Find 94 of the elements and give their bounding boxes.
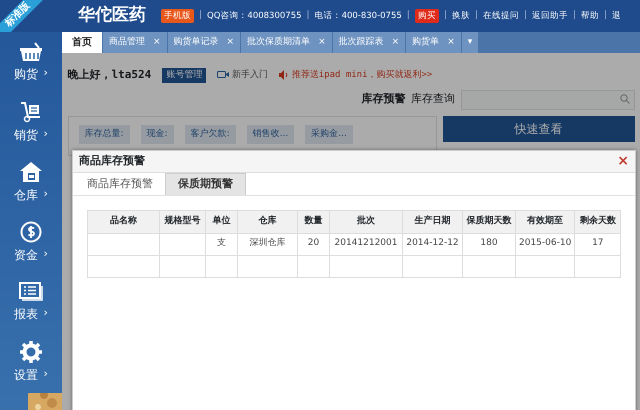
separator: | xyxy=(604,9,608,22)
tab-label: 批次跟踪表 xyxy=(338,36,384,49)
tab-label: 批次保质期清单 xyxy=(247,36,310,49)
list-icon xyxy=(19,282,43,302)
close-icon[interactable]: × xyxy=(226,36,234,50)
header-link[interactable]: 返回助手 xyxy=(532,10,568,22)
separator: | xyxy=(524,9,527,22)
close-icon[interactable]: × xyxy=(318,36,326,50)
column-header: 规格型号 xyxy=(160,210,206,233)
summary-item: 现金: xyxy=(140,124,174,144)
column-header: 生产日期 xyxy=(402,210,462,233)
table-cell: 180 xyxy=(462,233,516,255)
tab-label: 商品管理 xyxy=(109,36,145,49)
header-link[interactable]: 在线提问 xyxy=(482,10,519,22)
stock-alert-label: 库存预警 xyxy=(362,91,406,108)
close-icon[interactable]: × xyxy=(617,151,629,172)
header-link[interactable]: 电话：400-830-0755 xyxy=(314,10,402,22)
summary-item: 采购金... xyxy=(305,124,353,144)
sidebar-label: 设置 xyxy=(14,366,38,384)
promo-link[interactable]: 推荐送ipad mini，购买就返利>> xyxy=(292,68,432,82)
basket-icon xyxy=(19,42,43,62)
sidebar-label: 购货 xyxy=(14,66,38,82)
column-header: 批次 xyxy=(330,210,402,233)
table-cell: 20141212001 xyxy=(330,233,402,255)
header-link[interactable]: 退 xyxy=(612,10,622,22)
greeting: 晚上好，lta524 xyxy=(68,67,152,83)
table-cell: 2015-06-10 xyxy=(516,233,575,255)
tab-menu-button[interactable]: ▾ xyxy=(462,32,480,53)
settings-icon xyxy=(20,340,42,362)
sidebar-item[interactable]: 资金 › xyxy=(0,212,62,272)
column-header: 仓库 xyxy=(238,210,298,233)
table-cell: 17 xyxy=(574,233,621,255)
sidebar-label: 资金 xyxy=(14,246,38,264)
dollar-icon xyxy=(20,220,42,242)
page-tab[interactable]: 首页 xyxy=(62,32,103,53)
table-cell: 深圳仓库 xyxy=(238,233,298,255)
stock-query-label: 库存查询 xyxy=(411,91,455,108)
separator: | xyxy=(474,9,478,22)
separator: | xyxy=(199,9,202,22)
separator: | xyxy=(444,9,447,22)
sidebar-label: 仓库 xyxy=(14,186,38,204)
header-link[interactable]: QQ咨询：4008300755 xyxy=(207,10,302,22)
header-link[interactable]: 帮助 xyxy=(581,10,600,22)
header-link[interactable]: 换肤 xyxy=(452,10,470,22)
column-header: 保质期天数 xyxy=(462,210,516,233)
hand-truck-icon xyxy=(20,100,42,122)
sidebar-item[interactable]: 购货 › xyxy=(0,32,62,92)
tab-label: 首页 xyxy=(72,36,92,50)
separator: | xyxy=(306,9,310,22)
close-icon[interactable]: × xyxy=(153,36,161,50)
page-tab[interactable]: 批次跟踪表 × xyxy=(332,32,406,53)
page-tab[interactable]: 商品管理 × xyxy=(103,32,168,53)
dialog-title: 商品库存预警 xyxy=(79,153,145,170)
separator: | xyxy=(572,9,576,22)
house-icon xyxy=(19,160,43,182)
sidebar-item[interactable]: 仓库 › xyxy=(0,152,62,212)
close-icon[interactable]: × xyxy=(447,36,455,50)
sidebar-item[interactable]: 报表 › xyxy=(0,272,62,332)
guide-link[interactable]: 新手入门 xyxy=(217,68,268,82)
column-header: 有效期至 xyxy=(516,210,575,233)
page-tab[interactable]: 批次保质期清单 × xyxy=(241,32,333,53)
chevron-icon: › xyxy=(44,126,48,143)
chevron-icon: › xyxy=(44,186,48,203)
sidebar-item[interactable]: 设置 › xyxy=(0,332,62,392)
header-badge[interactable]: 手机版 xyxy=(161,8,194,24)
table-cell: 2014-12-12 xyxy=(402,233,462,255)
tab-label: 购货单 xyxy=(412,36,440,49)
header-badge[interactable]: 购买 xyxy=(414,8,439,24)
sidebar-item[interactable]: 销货 › xyxy=(0,92,62,152)
chevron-icon: › xyxy=(44,366,48,383)
close-icon[interactable]: × xyxy=(392,36,400,50)
chevron-icon: › xyxy=(44,246,48,263)
summary-item: 客户欠款: xyxy=(184,124,236,144)
table-cell: 支 xyxy=(206,233,238,255)
page-tab[interactable]: 购货单记录 × xyxy=(168,32,242,53)
column-header: 数量 xyxy=(298,210,330,233)
table-cell: 20 xyxy=(298,233,330,255)
chevron-icon: › xyxy=(44,65,48,82)
column-header: 单位 xyxy=(206,210,238,233)
dialog-tab[interactable]: 保质期预警 xyxy=(165,173,246,194)
quick-view-button[interactable]: 快速查看 xyxy=(442,116,634,142)
logo-text: 华佗医药 xyxy=(78,4,146,28)
sidebar-label: 报表 xyxy=(14,306,38,322)
summary-item: 库存总量: xyxy=(78,124,130,144)
column-header: 品名称 xyxy=(88,210,160,233)
tab-label: 购货单记录 xyxy=(174,36,219,49)
separator: | xyxy=(406,9,410,22)
summary-item: 销售收... xyxy=(246,124,294,144)
search-field[interactable] xyxy=(460,90,634,110)
chevron-icon: › xyxy=(44,305,48,322)
page-tab[interactable]: 购货单 × xyxy=(406,32,462,53)
column-header: 剩余天数 xyxy=(574,210,621,233)
sidebar-label: 销货 xyxy=(14,126,38,144)
account-button[interactable]: 账号管理 xyxy=(162,68,206,83)
